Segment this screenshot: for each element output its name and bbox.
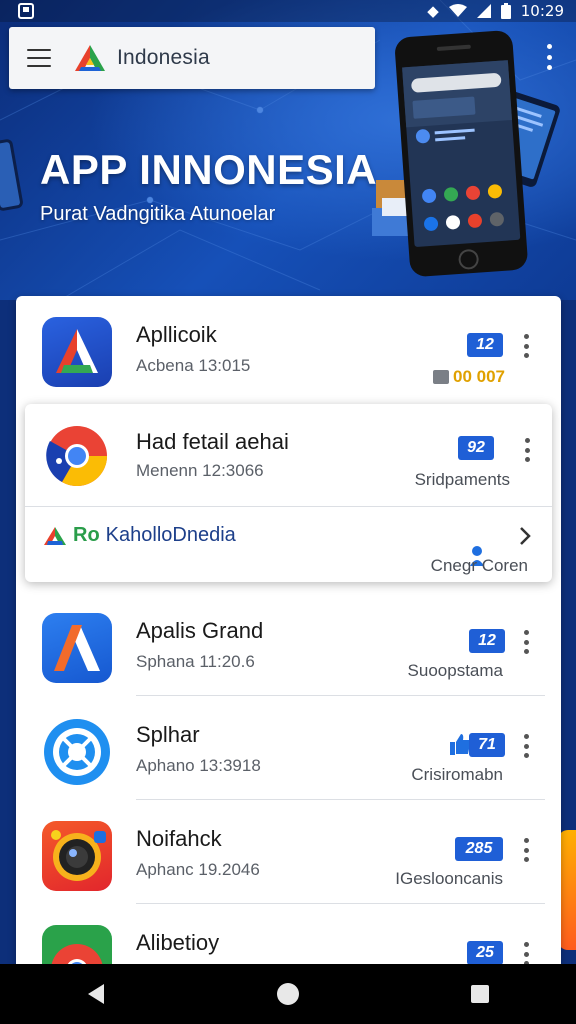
row-overflow-menu-icon[interactable] [523,734,529,758]
hero-title: APP INNONESIA [40,146,378,193]
thumbs-up-icon[interactable] [449,732,471,756]
list-item[interactable]: Apllicoik Acbena 13:015 12 00 007 [16,296,561,400]
row-status-text: Suoopstama [407,661,503,680]
row-status-text: Crisiromabn [411,765,503,784]
row-overflow-menu-icon[interactable] [523,942,529,966]
blue-lens-icon [42,717,112,787]
vpn-key-icon: ◆ [427,2,439,20]
app-name: Apalis Grand [136,618,264,643]
battery-icon [500,3,511,19]
row-overflow-menu-icon[interactable] [524,438,530,462]
app-notification-icon [18,3,34,19]
orange-a-logo-icon [42,613,112,683]
search-bar-title: Indonesia [117,46,210,69]
app-subtitle: Aphanc 19.2046 [136,860,260,879]
row-overflow-menu-icon[interactable] [523,838,529,862]
download-count: 00 007 [453,367,505,386]
folder-icon [433,370,449,384]
link-prefix: Ro [73,524,100,546]
back-icon [88,984,104,1004]
chrome-style-icon [42,421,112,491]
count-badge: 12 [469,629,505,653]
status-time: 10:29 [520,2,564,20]
list-item[interactable]: Noifahck Aphanc 19.2046 285 IGeslooncani… [16,800,561,904]
count-badge: 71 [469,733,505,757]
divider [25,506,552,507]
app-list-card: Apllicoik Acbena 13:015 12 00 007 Had fe… [16,296,561,996]
count-badge: 92 [458,436,494,460]
app-name: Alibetioy [136,930,220,955]
search-bar[interactable]: Indonesia [9,27,375,89]
camera-lens-icon [42,821,112,891]
blue-a-logo-icon [42,317,112,387]
back-button[interactable] [66,974,126,1014]
app-subtitle: Sphana 11:20.6 [136,652,255,671]
download-stats: 00 007 [433,367,505,387]
phone-illustration [372,30,560,277]
list-item[interactable]: Splhar Aphano 13:3918 71 Crisiromabn [16,696,561,800]
navigation-bar [0,964,576,1024]
expanded-list-item[interactable]: Had fetail aehai Menenn 12:3066 92 Sridp… [25,404,552,582]
expanded-action-text[interactable]: Cnegr Coren [431,556,528,576]
app-subtitle: Menenn 12:3066 [136,461,264,480]
row-overflow-menu-icon[interactable] [523,334,529,358]
expanded-link[interactable]: Ro KaholloDnedia [43,524,236,547]
link-logo-icon [44,526,66,545]
app-subtitle: Acbena 13:015 [136,356,251,375]
status-bar: ◆ 10:29 [0,0,576,22]
recents-button[interactable] [450,974,510,1014]
app-name: Splhar [136,722,200,747]
app-subtitle: Aphano 13:3918 [136,756,261,775]
chevron-right-icon[interactable] [518,526,532,546]
app-name: Had fetail aehai [136,429,289,454]
count-badge: 285 [455,837,503,861]
row-status-text: Sridpaments [414,470,510,489]
app-name: Apllicoik [136,322,217,347]
list-item[interactable]: Apalis Grand Sphana 11:20.6 12 Suoopstam… [16,592,561,696]
hamburger-menu-icon[interactable] [27,49,51,67]
count-badge: 12 [467,333,503,357]
link-label: KaholloDnedia [105,524,236,546]
wifi-icon [448,4,467,17]
app-name: Noifahck [136,826,222,851]
hero-banner: Indonesia APP INNONESIA Purat Vadngitika… [0,0,576,300]
hero-subtitle: Purat Vadngitika Atunoelar [40,203,276,225]
home-icon [277,983,299,1005]
home-button[interactable] [258,974,318,1014]
row-overflow-menu-icon[interactable] [523,630,529,654]
count-badge: 25 [467,941,503,965]
row-status-text: IGeslooncanis [395,869,503,888]
recents-icon [471,985,489,1003]
signal-icon [476,4,491,18]
app-logo-icon [75,45,105,71]
